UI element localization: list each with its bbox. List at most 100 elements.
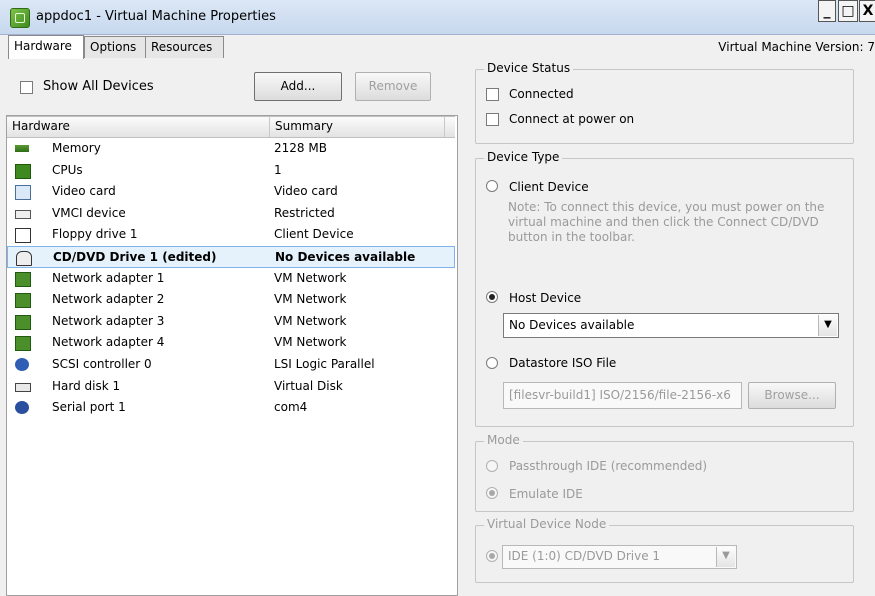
hardware-name: Network adapter 3: [52, 313, 165, 328]
host-device-label: Host Device: [509, 291, 582, 305]
hardware-row[interactable]: Network adapter 1 VM Network: [7, 268, 455, 290]
client-device-label: Client Device: [509, 180, 589, 194]
hardware-summary: 1: [274, 162, 282, 177]
hardware-row[interactable]: Memory 2128 MB: [7, 138, 455, 160]
chevron-down-icon[interactable]: ▼: [716, 547, 735, 567]
hardware-summary: 2128 MB: [274, 141, 327, 155]
hardware-row[interactable]: Network adapter 4 VM Network: [7, 332, 455, 354]
column-summary[interactable]: Summary: [275, 119, 333, 133]
hardware-row[interactable]: Video card Video card: [7, 181, 455, 203]
hard-disk-icon: [15, 382, 31, 392]
tab-resources[interactable]: Resources: [145, 36, 224, 58]
datastore-iso-radio[interactable]: [486, 357, 498, 369]
remove-button[interactable]: Remove: [355, 72, 431, 101]
connected-checkbox[interactable]: [486, 88, 499, 101]
hardware-name: Serial port 1: [52, 400, 126, 415]
tab-options[interactable]: Options: [84, 36, 150, 58]
virtual-device-node-title: Virtual Device Node: [484, 517, 610, 531]
hardware-summary: No Devices available: [275, 250, 416, 264]
network-adapter-icon: [15, 293, 31, 309]
hardware-name: VMCI device: [52, 205, 126, 220]
hardware-row[interactable]: Network adapter 3 VM Network: [7, 311, 455, 333]
passthrough-ide-label: Passthrough IDE (recommended): [509, 459, 708, 473]
hardware-name: Memory: [52, 141, 101, 155]
cpu-icon: [15, 163, 31, 179]
column-divider: [444, 117, 445, 137]
serial-port-icon: [15, 401, 29, 415]
hardware-summary: Video card: [274, 184, 338, 199]
browse-button[interactable]: Browse...: [748, 382, 836, 409]
maximize-button[interactable]: □: [838, 0, 858, 22]
tab-hardware[interactable]: Hardware: [8, 35, 84, 59]
column-hardware[interactable]: Hardware: [12, 119, 70, 133]
hardware-summary: com4: [274, 400, 308, 415]
title-bar: appdoc1 - Virtual Machine Properties _ □…: [0, 0, 875, 35]
device-type-title: Device Type: [484, 150, 563, 164]
hardware-summary: Restricted: [274, 205, 335, 220]
window-title: appdoc1 - Virtual Machine Properties: [36, 9, 276, 24]
network-adapter-icon: [15, 336, 31, 352]
chevron-down-icon[interactable]: ▼: [818, 315, 837, 336]
network-adapter-icon: [15, 271, 31, 287]
hardware-name: Network adapter 4: [52, 335, 165, 350]
close-button[interactable]: X: [859, 0, 875, 22]
mode-group: Mode: [475, 433, 854, 512]
hardware-name: Video card: [52, 184, 116, 199]
emulate-ide-radio[interactable]: [486, 487, 498, 499]
mode-title: Mode: [484, 433, 523, 447]
show-all-devices-label: Show All Devices: [43, 79, 154, 94]
passthrough-ide-radio[interactable]: [486, 460, 498, 472]
hardware-summary: VM Network: [274, 292, 347, 307]
hardware-name: Hard disk 1: [52, 378, 121, 393]
hardware-name: SCSI controller 0: [52, 357, 152, 371]
vm-version-label: Virtual Machine Version: 7: [718, 40, 875, 54]
device-status-title: Device Status: [484, 61, 574, 75]
host-device-radio[interactable]: [486, 291, 498, 303]
host-device-select[interactable]: No Devices available ▼: [503, 313, 839, 338]
client-device-note: Note: To connect this device, you must p…: [508, 200, 825, 244]
datastore-iso-label: Datastore ISO File: [509, 356, 617, 370]
device-status-group: Device Status: [475, 61, 854, 144]
cd-dvd-drive-icon: [16, 251, 32, 266]
floppy-drive-icon: [15, 228, 31, 244]
hardware-summary: Virtual Disk: [274, 378, 343, 393]
connect-at-power-on-checkbox[interactable]: [486, 113, 499, 126]
hardware-summary: VM Network: [274, 335, 347, 350]
hardware-summary: Client Device: [274, 227, 354, 242]
hardware-summary: VM Network: [274, 313, 347, 328]
show-all-devices-checkbox[interactable]: [20, 81, 33, 94]
hardware-name: CPUs: [52, 162, 83, 177]
hardware-row[interactable]: Hard disk 1 Virtual Disk: [7, 376, 455, 398]
hardware-row[interactable]: CD/DVD Drive 1 (edited) No Devices availa…: [7, 246, 455, 268]
scsi-controller-icon: [15, 358, 29, 371]
hardware-row[interactable]: SCSI controller 0 LSI Logic Parallel: [7, 354, 455, 376]
virtual-device-node-select[interactable]: IDE (1:0) CD/DVD Drive 1 ▼: [502, 545, 737, 569]
iso-path-value: [filesvr-build1] ISO/2156/file-2156-x6: [509, 388, 731, 402]
connect-at-power-on-label: Connect at power on: [509, 112, 635, 126]
host-device-select-value: No Devices available: [509, 318, 635, 332]
virtual-device-node-value: IDE (1:0) CD/DVD Drive 1: [508, 549, 661, 563]
video-card-icon: [15, 185, 31, 201]
hardware-row[interactable]: Floppy drive 1 Client Device: [7, 224, 455, 246]
network-adapter-icon: [15, 314, 31, 330]
hardware-summary: VM Network: [274, 270, 347, 285]
hardware-row[interactable]: Network adapter 2 VM Network: [7, 289, 455, 311]
hardware-row[interactable]: CPUs 1: [7, 160, 455, 182]
hardware-summary: LSI Logic Parallel: [274, 357, 375, 371]
minimize-button[interactable]: _: [818, 0, 836, 22]
vmci-device-icon: [15, 209, 31, 219]
iso-path-field[interactable]: [filesvr-build1] ISO/2156/file-2156-x6: [503, 382, 742, 409]
hardware-list-panel: Hardware Summary Memory 2128 MB CPUs 1 Video…: [6, 115, 458, 596]
hardware-list-header: Hardware Summary: [7, 116, 455, 138]
hardware-name: Floppy drive 1: [52, 227, 138, 242]
hardware-row[interactable]: Serial port 1 com4: [7, 397, 455, 419]
client-device-radio[interactable]: [486, 180, 498, 192]
hardware-name: CD/DVD Drive 1 (edited): [53, 250, 217, 264]
add-button[interactable]: Add...: [254, 72, 342, 101]
emulate-ide-label: Emulate IDE: [509, 487, 583, 501]
hardware-name: Network adapter 1: [52, 270, 165, 285]
connected-label: Connected: [509, 87, 574, 101]
hardware-row[interactable]: VMCI device Restricted: [7, 203, 455, 225]
memory-icon: [15, 145, 29, 152]
virtual-device-node-radio[interactable]: [486, 550, 498, 562]
